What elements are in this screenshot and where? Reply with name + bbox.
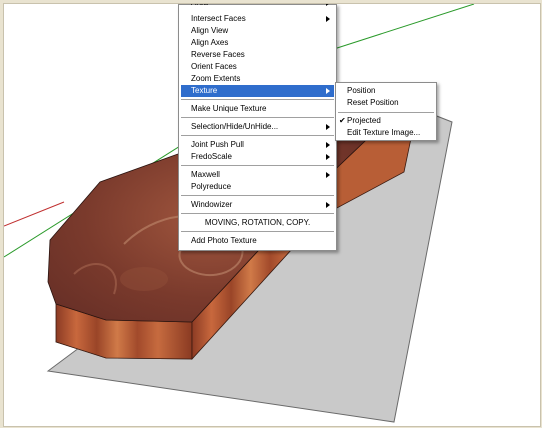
menu-separator xyxy=(181,213,334,214)
menu-item-label: Align Axes xyxy=(191,38,229,47)
menu-item-orient-faces[interactable]: Orient Faces xyxy=(181,61,334,73)
submenu-item-label: Reset Position xyxy=(347,98,399,107)
submenu-item-edit-texture-image[interactable]: Edit Texture Image... xyxy=(338,127,434,139)
submenu-arrow-icon xyxy=(326,4,330,6)
submenu-item-label: Edit Texture Image... xyxy=(347,128,421,137)
submenu-arrow-icon xyxy=(326,154,330,160)
menu-item-moving-rotation-copy[interactable]: MOVING, ROTATION, COPY. xyxy=(181,217,334,229)
context-menu: Area Intersect Faces Align View Align Axes R… xyxy=(178,4,337,251)
menu-item-label: Make Unique Texture xyxy=(191,104,267,113)
submenu-arrow-icon xyxy=(326,88,330,94)
menu-item-fredoscale[interactable]: FredoScale xyxy=(181,151,334,163)
menu-item-label: Align View xyxy=(191,26,229,35)
menu-separator xyxy=(181,117,334,118)
submenu-item-position[interactable]: Position xyxy=(338,85,434,97)
menu-item-label: Orient Faces xyxy=(191,62,237,71)
menu-item-label: MOVING, ROTATION, COPY. xyxy=(204,218,311,227)
menu-item-label: Selection/Hide/UnHide... xyxy=(191,122,279,131)
menu-item-joint-push-pull[interactable]: Joint Push Pull xyxy=(181,139,334,151)
menu-item-selection-hide-unhide[interactable]: Selection/Hide/UnHide... xyxy=(181,121,334,133)
menu-item-add-photo-texture[interactable]: Add Photo Texture xyxy=(181,235,334,247)
submenu-arrow-icon xyxy=(326,124,330,130)
menu-item-area[interactable]: Area xyxy=(181,4,334,9)
menu-separator xyxy=(181,231,334,232)
menu-item-label: Texture xyxy=(191,86,218,95)
menu-separator xyxy=(181,135,334,136)
red-axis xyxy=(4,201,65,227)
menu-item-label: Area xyxy=(191,4,208,7)
menu-item-zoom-extents[interactable]: Zoom Extents xyxy=(181,73,334,85)
submenu-arrow-icon xyxy=(326,16,330,22)
menu-item-align-view[interactable]: Align View xyxy=(181,25,334,37)
menu-item-label: Add Photo Texture xyxy=(191,236,257,245)
menu-item-label: Zoom Extents xyxy=(191,74,241,83)
menu-item-label: Reverse Faces xyxy=(191,50,245,59)
submenu-arrow-icon xyxy=(326,172,330,178)
menu-item-label: Maxwell xyxy=(191,170,220,179)
menu-separator xyxy=(181,195,334,196)
menu-separator xyxy=(181,99,334,100)
menu-item-label: Windowizer xyxy=(191,200,233,209)
menu-item-maxwell[interactable]: Maxwell xyxy=(181,169,334,181)
submenu-arrow-icon xyxy=(326,142,330,148)
texture-submenu: Position Reset Position ✔ Projected Edit Tex… xyxy=(335,82,437,141)
menu-item-texture[interactable]: Texture xyxy=(181,85,334,97)
model-viewport[interactable]: Area Intersect Faces Align View Align Axes R… xyxy=(3,3,541,427)
menu-separator xyxy=(181,165,334,166)
submenu-item-projected[interactable]: ✔ Projected xyxy=(338,115,434,127)
submenu-item-label: Position xyxy=(347,86,376,95)
menu-item-windowizer[interactable]: Windowizer xyxy=(181,199,334,211)
menu-item-align-axes[interactable]: Align Axes xyxy=(181,37,334,49)
menu-item-label: Joint Push Pull xyxy=(191,140,244,149)
menu-item-make-unique-texture[interactable]: Make Unique Texture xyxy=(181,103,334,115)
checkmark-icon: ✔ xyxy=(339,116,346,125)
menu-item-label: FredoScale xyxy=(191,152,232,161)
submenu-arrow-icon xyxy=(326,202,330,208)
menu-item-label: Polyreduce xyxy=(191,182,232,191)
menu-item-intersect-faces[interactable]: Intersect Faces xyxy=(181,13,334,25)
menu-item-label: Intersect Faces xyxy=(191,14,246,23)
submenu-item-reset-position[interactable]: Reset Position xyxy=(338,97,434,109)
submenu-item-label: Projected xyxy=(347,116,381,125)
menu-item-polyreduce[interactable]: Polyreduce xyxy=(181,181,334,193)
menu-item-reverse-faces[interactable]: Reverse Faces xyxy=(181,49,334,61)
menu-separator xyxy=(338,112,434,113)
